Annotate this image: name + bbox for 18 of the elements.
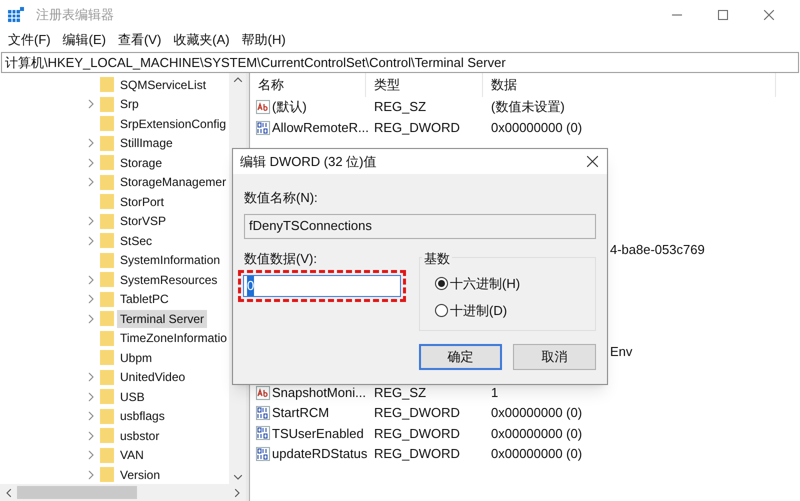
table-cell-text: REG_DWORD [374, 118, 461, 137]
dialog-title: 编辑 DWORD (32 位)值 [240, 152, 376, 171]
table-cell-text: 4-ba8e-053c769 [610, 241, 705, 260]
field-label: 数值名称(N): [244, 189, 319, 207]
table-cell-text: (数值未设置) [491, 98, 565, 116]
table-cell-text: REG_DWORD [374, 404, 461, 422]
table-cell-text: REG_DWORD [374, 424, 461, 443]
table-cell-text: REG_SZ [374, 384, 428, 402]
table-cell-text: 1 [491, 384, 498, 402]
table-cell-text: 0x00000000 (0) [491, 424, 582, 443]
table-cell-text: Env [610, 343, 632, 362]
table-cell-text: REG_DWORD [374, 445, 461, 464]
table-cell-text: REG_SZ [374, 98, 428, 116]
table-cell-text: 0x00000000 (0) [491, 118, 582, 137]
table-cell-text: 0x00000000 (0) [491, 404, 582, 422]
table-cell-text: 0x00000000 (0) [491, 445, 582, 464]
window-title: 注册表编辑器 [36, 6, 114, 24]
field-label: 数值数据(V): [244, 250, 318, 268]
